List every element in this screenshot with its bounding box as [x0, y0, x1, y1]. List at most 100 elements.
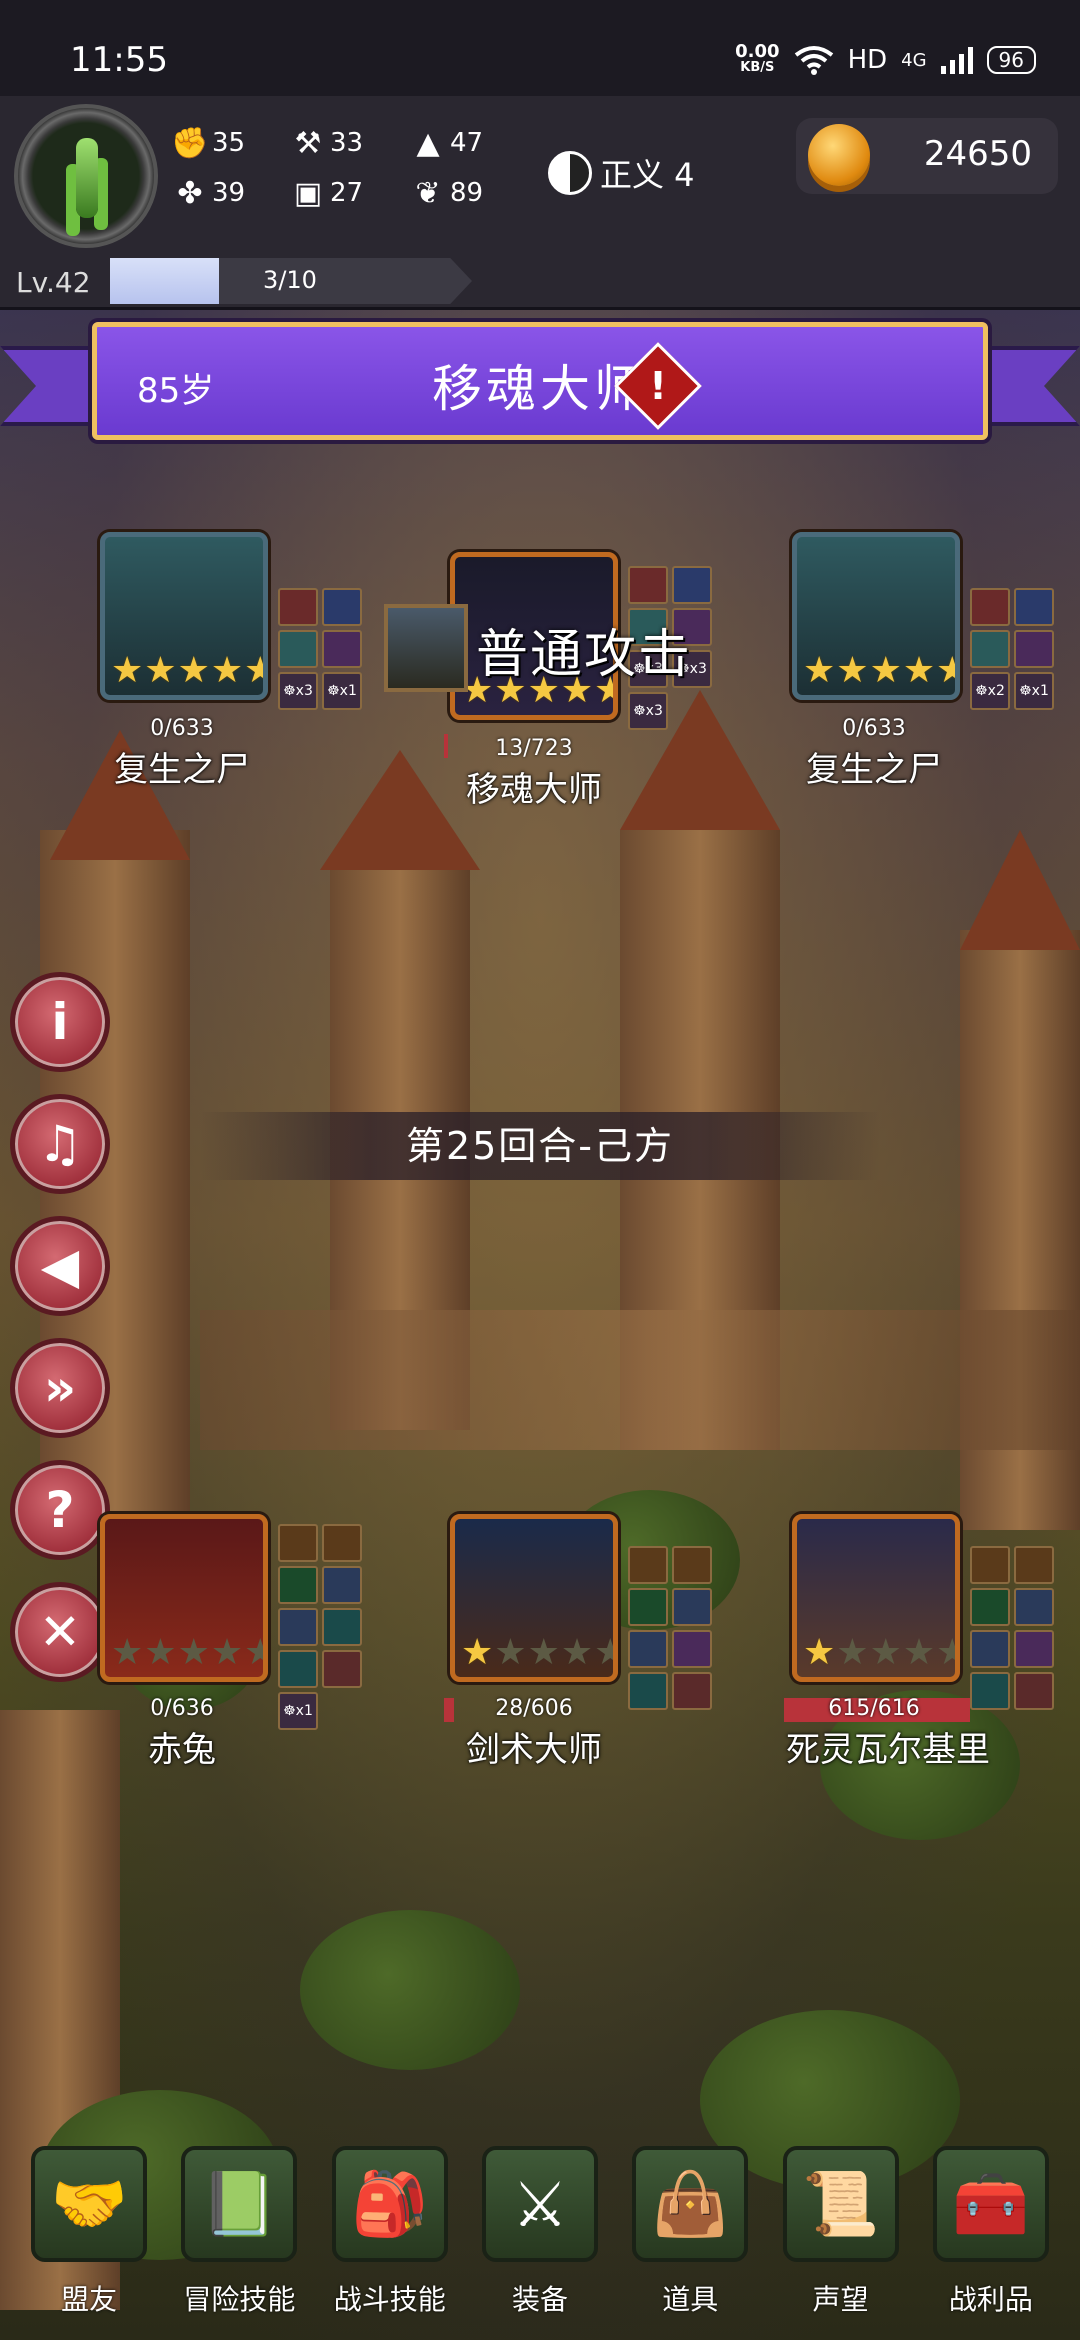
skill-grid — [628, 1546, 712, 1710]
sound-icon: ◀ — [40, 1237, 80, 1295]
skill-grid: ☸x3 ☸x1 — [278, 588, 362, 710]
skill-icon[interactable] — [278, 1650, 318, 1688]
skill-icon[interactable]: ☸x3 — [278, 672, 318, 710]
skill-icon[interactable] — [970, 1588, 1010, 1626]
zombie-portrait[interactable]: ★★★★★ — [100, 532, 268, 700]
player-header: ✊ 35 ⚒ 33 ▲ 47 ✤ 39 ▣ 27 ❦ 89 正义 4 24650… — [0, 96, 1080, 310]
backpack-icon: 🎒 — [331, 2146, 448, 2262]
skill-icon[interactable] — [278, 1608, 318, 1646]
player-avatar[interactable] — [14, 104, 158, 248]
skill-icon[interactable] — [628, 566, 668, 604]
unit-name: 复生之尸 — [806, 750, 942, 790]
skill-icon[interactable] — [970, 630, 1010, 668]
stat-magic: ▲ 47 — [410, 125, 483, 161]
skill-icon[interactable] — [1014, 588, 1054, 626]
skill-icon[interactable] — [1014, 1672, 1054, 1710]
music-button[interactable]: ♫ — [10, 1094, 110, 1194]
nav-battle-skills[interactable]: 🎒 战斗技能 — [324, 2140, 456, 2318]
stat-strength: ✊ 35 — [171, 125, 246, 161]
red-hare-portrait[interactable]: ★★★★★ — [100, 1514, 268, 1682]
skill-icon[interactable]: ☸x1 — [322, 672, 362, 710]
sound-button[interactable]: ◀ — [10, 1216, 110, 1316]
action-text: 普通攻击 — [476, 625, 693, 685]
valkyrie-portrait[interactable]: ★★★★★ — [792, 1514, 960, 1682]
fast-forward-icon: » — [43, 1359, 77, 1417]
clock: 11:55 — [70, 40, 168, 80]
skill-icon[interactable] — [322, 588, 362, 626]
wifi-icon — [794, 45, 834, 75]
wizard-hat-icon: ▲ — [416, 125, 440, 161]
skill-icon[interactable] — [322, 1524, 362, 1562]
nav-adventure-skills[interactable]: 📗 冒险技能 — [173, 2140, 305, 2318]
nav-equipment[interactable]: ⚔ 装备 — [474, 2140, 606, 2318]
skill-grid — [970, 1546, 1054, 1710]
skill-icon[interactable] — [628, 1630, 668, 1668]
unit-name: 移魂大师 — [466, 770, 602, 810]
skill-icon[interactable] — [628, 1546, 668, 1584]
info-button[interactable]: i — [10, 972, 110, 1072]
skill-icon[interactable] — [672, 1588, 712, 1626]
satchel-icon: 👜 — [632, 2146, 749, 2262]
skill-icon[interactable] — [1014, 630, 1054, 668]
swordmaster-portrait[interactable]: ★★★★★ — [450, 1514, 618, 1682]
nav-loot[interactable]: 🧰 战利品 — [925, 2140, 1057, 2318]
info-icon: i — [51, 993, 69, 1051]
skill-icon[interactable] — [970, 1546, 1010, 1584]
gold-counter: 24650 — [796, 118, 1058, 194]
star-rating: ★★★★★ — [111, 650, 263, 691]
spellbook-icon: 📗 — [181, 2146, 298, 2262]
skill-icon[interactable] — [1014, 1630, 1054, 1668]
music-icon: ♫ — [37, 1115, 83, 1173]
network-type: 4G — [901, 49, 927, 71]
skill-icon[interactable] — [1014, 1546, 1054, 1584]
yin-yang-icon — [548, 151, 592, 195]
help-icon: ? — [45, 1481, 75, 1539]
handshake-icon: 🤝 — [31, 2146, 148, 2262]
skill-icon[interactable]: ☸x3 — [628, 692, 668, 730]
star-rating: ★★★★★ — [803, 650, 955, 691]
skill-icon[interactable] — [278, 630, 318, 668]
skill-icon[interactable] — [322, 1566, 362, 1604]
skill-icon[interactable] — [970, 1630, 1010, 1668]
zombie-portrait[interactable]: ★★★★★ — [792, 532, 960, 700]
close-button[interactable]: ✕ — [10, 1582, 110, 1682]
skill-icon[interactable] — [672, 1630, 712, 1668]
xp-bar: 3/10 — [110, 258, 472, 304]
help-button[interactable]: ? — [10, 1460, 110, 1560]
shield-swords-icon: ⚔ — [481, 2146, 598, 2262]
armor-icon: ▣ — [293, 175, 323, 211]
skill-icon[interactable] — [278, 1524, 318, 1562]
stat-defense: ▣ 27 — [290, 175, 363, 211]
clover-icon: ✤ — [177, 175, 203, 211]
skill-icon[interactable] — [322, 1608, 362, 1646]
skill-icon[interactable] — [1014, 1588, 1054, 1626]
unit-name: 死灵瓦尔基里 — [786, 1730, 990, 1770]
skill-icon[interactable] — [672, 1546, 712, 1584]
skill-icon[interactable] — [278, 588, 318, 626]
hp-text: 0/633 — [150, 716, 214, 741]
skill-icon[interactable] — [322, 630, 362, 668]
skill-icon[interactable] — [628, 1588, 668, 1626]
alignment-indicator: 正义 4 — [548, 150, 695, 196]
hp-text: 13/723 — [495, 736, 573, 761]
skill-icon[interactable] — [672, 1672, 712, 1710]
close-icon: ✕ — [39, 1603, 81, 1661]
fast-forward-button[interactable]: » — [10, 1338, 110, 1438]
nav-reputation[interactable]: 📜 声望 — [775, 2140, 907, 2318]
skill-icon[interactable] — [672, 566, 712, 604]
status-bar: 11:55 0.00 KB/S HD 4G 96 — [0, 0, 1080, 96]
boss-name: 移魂大师 — [432, 360, 648, 418]
star-rating: ★★★★★ — [111, 1632, 263, 1673]
skill-icon[interactable]: ☸x2 — [970, 672, 1010, 710]
skill-icon[interactable] — [970, 588, 1010, 626]
skill-icon[interactable]: ☸x1 — [1014, 672, 1054, 710]
nav-items[interactable]: 👜 道具 — [624, 2140, 756, 2318]
star-rating: ★★★★★ — [461, 1632, 613, 1673]
battery-indicator: 96 — [986, 46, 1036, 74]
flower-icon: ❦ — [415, 175, 441, 211]
nav-allies[interactable]: 🤝 盟友 — [23, 2140, 155, 2318]
skill-icon[interactable] — [322, 1650, 362, 1688]
sprout-icon — [76, 138, 98, 218]
hp-text: 615/616 — [828, 1696, 920, 1721]
skill-icon[interactable] — [278, 1566, 318, 1604]
